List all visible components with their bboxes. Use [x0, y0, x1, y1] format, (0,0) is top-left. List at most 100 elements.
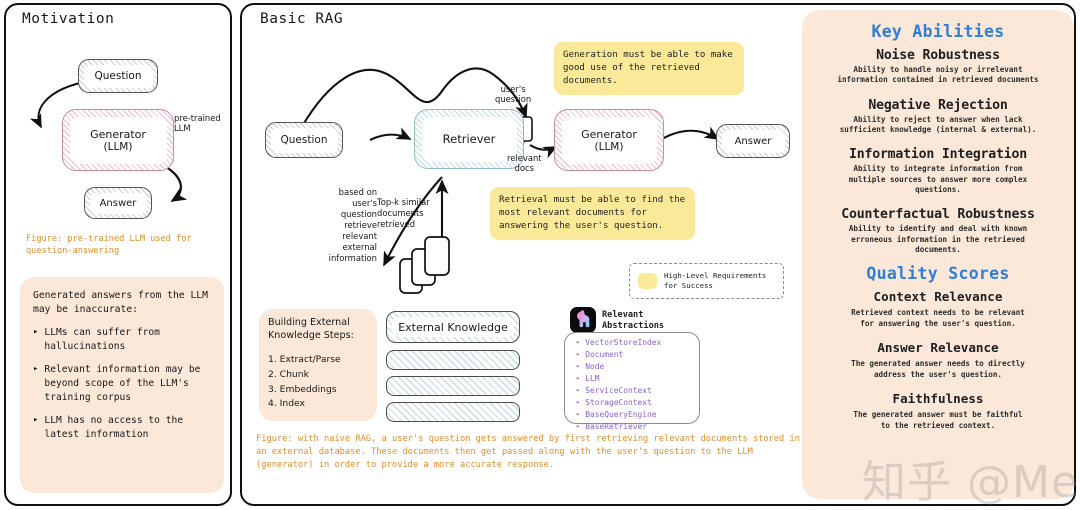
- legend-line-2: for Success: [664, 281, 713, 290]
- rag-note-generation: Generation must be able to make good use…: [554, 42, 744, 95]
- rag-node-answer: Answer: [716, 124, 790, 158]
- abstraction-item-0: VectorStoreIndex: [585, 338, 662, 347]
- abstractions-title: Relevant Abstractions: [602, 310, 664, 332]
- motivation-node-generator: Generator (LLM): [62, 109, 174, 171]
- external-knowledge-row: [386, 350, 520, 370]
- key-abilities-heading: Key Abilities: [871, 22, 1005, 41]
- rag-edge-label-topk: Top-k similar documents retrieved: [377, 197, 430, 229]
- legend-high-level-requirements: High-Level Requirements for Success: [629, 263, 784, 299]
- bullet-icon: ▸: [576, 362, 581, 371]
- ability-block: Noise Robustness Ability to handle noisy…: [810, 48, 1066, 86]
- motivation-panel-title: Motivation: [22, 11, 115, 27]
- motivation-figure-caption: Figure: pre-trained LLM used for questio…: [26, 234, 192, 257]
- quality-scores-heading: Quality Scores: [866, 264, 1010, 284]
- ability-title-0: Noise Robustness: [876, 48, 1000, 63]
- rag-question-label: Question: [280, 134, 328, 146]
- motivation-edge-label-pretrained: pre-trained LLM: [174, 113, 221, 134]
- bullet-icon: ▸: [576, 398, 581, 407]
- abstractions-title-line-2: Abstractions: [602, 321, 665, 332]
- list-item: ▸ BaseRetriever: [576, 421, 661, 433]
- abstraction-item-5: StorageContext: [585, 398, 652, 408]
- external-knowledge-header: External Knowledge: [386, 311, 520, 343]
- quality-title-0: Context Relevance: [873, 289, 1003, 305]
- abstraction-item-3: LLM: [585, 374, 600, 384]
- abstraction-item-4: ServiceContext: [585, 386, 652, 396]
- abstraction-item-7: BaseRetriever: [585, 422, 647, 432]
- steps-heading-line-1: Building External: [268, 317, 350, 328]
- ability-title-2: Information Integration: [848, 147, 1027, 163]
- ability-title-1: Negative Rejection: [868, 97, 1008, 113]
- motivation-callout-heading: Generated answers from the LLM may be in…: [33, 290, 208, 316]
- abilities-panel: Key Abilities Noise Robustness Ability t…: [802, 10, 1074, 499]
- quality-score-block: Faithfulness The generated answer must b…: [810, 391, 1066, 431]
- bullet-icon: ▸: [33, 327, 39, 338]
- bullet-icon: ▸: [576, 386, 581, 395]
- building-steps-card: Building External Knowledge Steps: 1. Ex…: [259, 309, 377, 421]
- quality-desc-2: The generated answer must be faithful to…: [853, 410, 1023, 431]
- rag-node-question: Question: [265, 122, 343, 158]
- rag-answer-label: Answer: [734, 135, 772, 147]
- bullet-icon: ▸: [576, 338, 581, 346]
- motivation-panel: Motivation Question Generator (LLM) Answ…: [4, 3, 232, 506]
- abstractions-list: ▸ VectorStoreIndex ▸ Document ▸ Node ▸ LLM ▸…: [576, 337, 661, 433]
- motivation-bullet-0: LLMs can suffer from hallucinations: [44, 327, 160, 353]
- quality-desc-0: Retrieved context needs to be relevant f…: [851, 308, 1025, 329]
- ability-desc-1: Ability to reject to answer when lack su…: [839, 114, 1037, 134]
- motivation-generator-sublabel: (LLM): [103, 140, 133, 153]
- ability-desc-3: Ability to identify and deal with known …: [848, 224, 1028, 254]
- bullet-icon: ▸: [33, 363, 39, 374]
- motivation-question-label: Question: [94, 70, 142, 82]
- poster-root: Motivation Question Generator (LLM) Answ…: [0, 0, 1080, 509]
- rag-note-retrieval: Retrieval must be able to find the most …: [490, 187, 695, 240]
- list-item: ▸ VectorStoreIndex: [576, 337, 661, 349]
- bullet-icon: ▸: [576, 350, 581, 359]
- llamaindex-logo-icon: [570, 307, 596, 333]
- list-item: 2. Chunk: [268, 369, 309, 381]
- steps-heading-line-2: Knowledge Steps:: [268, 329, 354, 341]
- ability-block: Information Integration Ability to integ…: [810, 147, 1066, 195]
- legend-swatch-icon: [638, 273, 657, 289]
- bullet-icon: ▸: [576, 422, 581, 431]
- motivation-node-question: Question: [78, 59, 158, 93]
- quality-desc-1: The generated answer needs to directly a…: [851, 359, 1025, 380]
- bullet-icon: ▸: [576, 374, 581, 383]
- rag-generator-sublabel: (LLM): [594, 140, 624, 153]
- bullet-icon: ▸: [576, 410, 581, 419]
- rag-retriever-label: Retriever: [442, 132, 496, 146]
- quality-title-2: Faithfulness: [892, 391, 984, 407]
- motivation-callout-card: Generated answers from the LLM may be in…: [20, 277, 224, 493]
- rag-edge-label-based-on: based on user's question retrieve releva…: [328, 187, 377, 263]
- list-item: ▸ StorageContext: [576, 397, 661, 409]
- list-item: ▸ Node: [576, 361, 661, 373]
- abstraction-item-2: Node: [585, 362, 605, 372]
- list-item: ▸ Document: [576, 349, 661, 361]
- external-knowledge-label: External Knowledge: [398, 320, 508, 334]
- ability-block: Counterfactual Robustness Ability to ide…: [810, 207, 1066, 255]
- ability-desc-0: Ability to handle noisy or irrelevant in…: [837, 65, 1039, 85]
- abstraction-item-6: BaseQueryEngine: [585, 410, 657, 420]
- list-item: 4. Index: [268, 398, 305, 410]
- rag-edge-label-users-question: user's question: [495, 84, 532, 105]
- motivation-generator-label: Generator: [90, 127, 146, 141]
- external-knowledge-row: [386, 402, 520, 422]
- ability-block: Negative Rejection Ability to reject to …: [810, 98, 1066, 136]
- quality-score-block: Answer Relevance The generated answer ne…: [810, 340, 1066, 380]
- ability-desc-2: Ability to integrate information from mu…: [848, 164, 1028, 194]
- list-item: ▸ LLM has no access to the latest inform…: [33, 414, 211, 442]
- basic-rag-figure-caption: Figure: with naive RAG, a user's questio…: [256, 434, 800, 471]
- basic-rag-panel-title: Basic RAG: [260, 11, 344, 27]
- external-knowledge-row: [386, 376, 520, 396]
- abstractions-title-line-1: Relevant: [602, 310, 644, 320]
- quality-score-block: Context Relevance Retrieved context need…: [810, 289, 1066, 329]
- list-item: 1. Extract/Parse: [268, 354, 341, 366]
- motivation-node-answer: Answer: [84, 187, 152, 219]
- list-item: ▸ ServiceContext: [576, 385, 661, 397]
- rag-edge-label-relevant-docs: relevant docs: [507, 153, 542, 174]
- ability-title-3: Counterfactual Robustness: [841, 207, 1035, 223]
- motivation-bullet-1: Relevant information may be beyond scope…: [44, 363, 201, 403]
- motivation-bullet-2: LLM has no access to the latest informat…: [44, 414, 184, 440]
- quality-title-1: Answer Relevance: [877, 340, 999, 356]
- legend-line-1: High-Level Requirements: [664, 271, 767, 281]
- list-item: 3. Embeddings: [268, 383, 337, 395]
- watermark: 知乎 @Meta: [862, 457, 1080, 508]
